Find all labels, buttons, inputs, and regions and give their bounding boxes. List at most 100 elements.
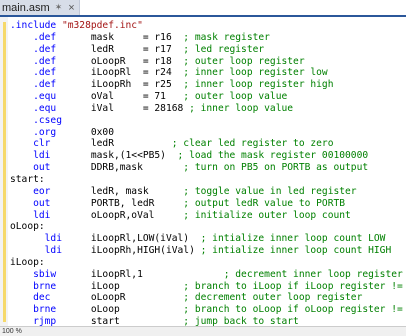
code-line[interactable]: .def iLoopRh = r25 ; inner loop register…	[10, 79, 406, 91]
code-label: start:	[10, 173, 45, 185]
code-comment: ; decrement outer loop register	[183, 292, 363, 304]
code-keyword: ldi	[10, 209, 91, 221]
code-operand: oLoopR,oVal	[90, 209, 184, 221]
code-operand: iLoopRl = r24	[90, 67, 184, 79]
code-keyword: .def	[10, 55, 91, 67]
code-keyword: ldi	[10, 245, 91, 257]
code-line[interactable]: dec oLoopR ; decrement outer loop regist…	[10, 292, 406, 304]
code-operand: 0x00	[90, 126, 114, 138]
code-keyword: .equ	[10, 102, 91, 114]
code-keyword: .org	[10, 126, 91, 138]
code-operand: DDRB,mask	[90, 162, 184, 174]
code-line[interactable]: .equ oVal = 71 ; outer loop value	[10, 91, 406, 103]
code-label: iLoop:	[10, 256, 45, 268]
code-comment: ; outer loop register	[183, 55, 305, 67]
code-keyword: brne	[10, 304, 91, 316]
code-line[interactable]: ldi iLoopRh,HIGH(iVal) ; intialize inner…	[10, 245, 406, 257]
code-label: oLoop:	[10, 221, 45, 233]
code-comment: ; turn on PB5 on PORTB as output	[183, 162, 369, 174]
code-line[interactable]: sbiw iLoopRl,1 ; decrement inner loop re…	[10, 269, 406, 281]
code-comment: ; mask register	[183, 31, 270, 43]
code-line[interactable]: start:	[10, 174, 406, 186]
code-keyword: eor	[10, 185, 91, 197]
code-keyword: .def	[10, 31, 91, 43]
code-keyword: clr	[10, 138, 91, 150]
code-comment: ; decrement inner loop register	[223, 268, 403, 280]
code-operand: iVal = 28168	[90, 102, 184, 114]
code-line[interactable]: .def iLoopRl = r24 ; inner loop register…	[10, 67, 406, 79]
tab-main-asm[interactable]: main.asm ✶ ×	[0, 0, 80, 15]
code-operand: iLoopRl,1	[90, 268, 224, 280]
code-keyword: .def	[10, 43, 91, 55]
code-line[interactable]: out PORTB, ledR ; output ledR value to P…	[10, 198, 406, 210]
pin-icon[interactable]: ✶	[55, 2, 63, 13]
code-keyword: out	[10, 197, 91, 209]
code-keyword: .equ	[10, 91, 91, 103]
code-keyword: .include	[10, 20, 62, 31]
code-operand: iLoop	[90, 280, 184, 292]
change-marker	[3, 22, 6, 322]
code-keyword: brne	[10, 280, 91, 292]
code-line[interactable]: .org 0x00	[10, 127, 406, 139]
code-editor[interactable]: .include "m328pdef.inc" .def mask = r16 …	[10, 20, 406, 326]
code-operand: start	[90, 316, 184, 326]
code-line[interactable]: .equ iVal = 28168 ; inner loop value	[10, 103, 406, 115]
code-operand: mask = r16	[90, 31, 184, 43]
code-line[interactable]: ldi mask,(1<<PB5) ; load the mask regist…	[10, 150, 406, 162]
code-line[interactable]: eor ledR, mask ; toggle value in led reg…	[10, 186, 406, 198]
code-line[interactable]: brne oLoop ; branch to oLoop if oLoop re…	[10, 304, 406, 316]
code-line[interactable]: .include "m328pdef.inc"	[10, 20, 406, 32]
code-operand: iLoopRh = r25	[90, 79, 184, 91]
tab-strip: main.asm ✶ ×	[0, 0, 406, 16]
code-comment: ; initialize outer loop count	[183, 209, 351, 221]
code-line[interactable]: .def mask = r16 ; mask register	[10, 32, 406, 44]
code-keyword: .def	[10, 67, 91, 79]
code-operand: oVal = 71	[90, 91, 184, 103]
code-keyword: .def	[10, 79, 91, 91]
code-keyword: dec	[10, 292, 91, 304]
editor-window: main.asm ✶ × .include "m328pdef.inc" .de…	[0, 0, 406, 336]
code-keyword: ldi	[10, 150, 91, 162]
code-operand: PORTB, ledR	[90, 197, 184, 209]
code-operand: ledR = r17	[90, 43, 184, 55]
code-comment: ; inner loop register low	[183, 67, 328, 79]
code-line[interactable]: .def ledR = r17 ; led register	[10, 44, 406, 56]
code-comment: ; inner loop register high	[183, 79, 334, 91]
code-keyword: rjmp	[10, 316, 91, 326]
code-operand: ledR, mask	[90, 185, 184, 197]
code-line[interactable]: out DDRB,mask ; turn on PB5 on PORTB as …	[10, 162, 406, 174]
code-comment: ; branch to oLoop if oLoop register != 0	[183, 304, 406, 316]
code-line[interactable]: ldi oLoopR,oVal ; initialize outer loop …	[10, 210, 406, 222]
code-comment: ; clear led register to zero	[171, 138, 334, 150]
code-line[interactable]: .cseg	[10, 115, 406, 127]
code-operand: oLoopR	[90, 292, 184, 304]
code-operand: oLoopR = r18	[90, 55, 184, 67]
tab-underline	[0, 15, 406, 17]
code-keyword: .cseg	[10, 114, 62, 126]
code-comment: ; jump back to start	[183, 316, 299, 326]
code-comment: ; branch to iLoop if iLoop register != 0	[183, 280, 406, 292]
code-line[interactable]: brne iLoop ; branch to iLoop if iLoop re…	[10, 281, 406, 293]
code-comment: ; led register	[183, 43, 265, 55]
code-line[interactable]: rjmp start ; jump back to start	[10, 316, 406, 326]
code-operand: iLoopRh,HIGH(iVal)	[90, 245, 201, 257]
code-line[interactable]: .def oLoopR = r18 ; outer loop register	[10, 56, 406, 68]
code-line[interactable]: oLoop:	[10, 221, 406, 233]
code-line[interactable]: ldi iLoopRl,LOW(iVal) ; intialize inner …	[10, 233, 406, 245]
code-comment: ; toggle value in led register	[183, 185, 357, 197]
code-line[interactable]: iLoop:	[10, 257, 406, 269]
code-operand: mask,(1<<PB5)	[90, 150, 178, 162]
code-comment: ; output ledR value to PORTB	[183, 197, 346, 209]
code-comment: ; intialize inner loop count LOW	[200, 233, 386, 245]
code-line[interactable]: clr ledR ; clear led register to zero	[10, 138, 406, 150]
code-operand: ledR	[90, 138, 172, 150]
code-operand: iLoopRl,LOW(iVal)	[90, 233, 201, 245]
tab-title: main.asm	[2, 1, 50, 14]
code-comment: ; intialize inner loop count HIGH	[200, 245, 392, 257]
code-keyword: sbiw	[10, 268, 91, 280]
zoom-level[interactable]: 100 %	[2, 328, 22, 335]
code-comment: ; load the mask register 00100000	[177, 150, 369, 162]
code-operand: oLoop	[90, 304, 184, 316]
close-icon[interactable]: ×	[68, 2, 74, 14]
code-keyword: ldi	[10, 233, 91, 245]
